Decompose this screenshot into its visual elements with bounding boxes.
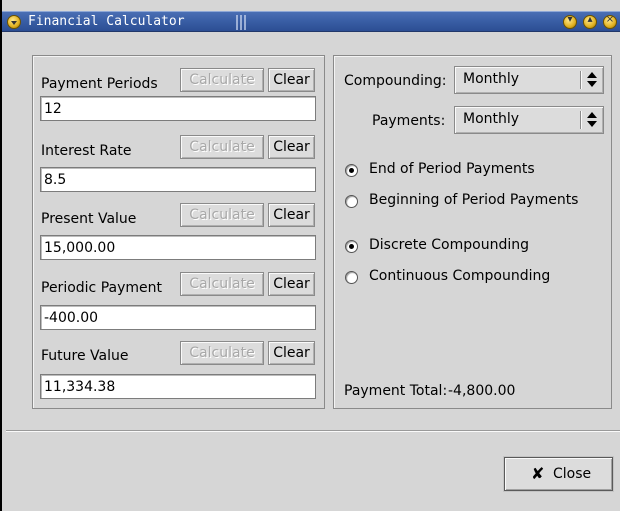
close-icon[interactable]: ×: [603, 14, 617, 29]
payment-periods-clear-button[interactable]: Clear: [268, 68, 315, 92]
payment-total-value: -4,800.00: [448, 383, 516, 399]
end-of-period-label[interactable]: End of Period Payments: [369, 161, 535, 177]
close-button[interactable]: ✘ Close: [504, 457, 613, 491]
present-value-calculate-button[interactable]: Calculate: [180, 203, 264, 227]
payment-periods-input[interactable]: 12: [40, 96, 316, 121]
future-value-calculate-button[interactable]: Calculate: [180, 341, 264, 365]
periodic-payment-input[interactable]: -400.00: [40, 305, 316, 330]
minimize-icon[interactable]: ▾: [563, 14, 577, 29]
updown-arrow-icon: [587, 112, 597, 128]
compounding-select[interactable]: Monthly: [454, 66, 604, 94]
beginning-of-period-radio[interactable]: [345, 195, 358, 208]
periodic-payment-label: Periodic Payment: [41, 280, 162, 296]
maximize-icon[interactable]: ▴: [583, 14, 597, 29]
continuous-compounding-radio[interactable]: [345, 271, 358, 284]
x-icon: ✘: [531, 464, 545, 483]
payment-periods-label: Payment Periods: [41, 76, 158, 92]
compounding-label: Compounding:: [344, 73, 447, 89]
future-value-label: Future Value: [41, 348, 129, 364]
title-bar[interactable]: Financial Calculator ▾ ▴ ×: [2, 11, 620, 32]
payments-label: Payments:: [372, 113, 446, 129]
combo-separator: [580, 111, 581, 129]
financial-calculator-window: Financial Calculator ▾ ▴ × Payment Perio…: [0, 0, 620, 511]
periodic-payment-clear-button[interactable]: Clear: [268, 272, 315, 296]
interest-rate-calculate-button[interactable]: Calculate: [180, 135, 264, 159]
continuous-compounding-label[interactable]: Continuous Compounding: [369, 268, 550, 284]
footer-separator: [6, 430, 620, 432]
options-panel: Compounding: Monthly Payments: Monthly E…: [333, 55, 612, 409]
title-grip-decoration: [236, 15, 246, 30]
discrete-compounding-label[interactable]: Discrete Compounding: [369, 237, 529, 253]
payment-total-label: Payment Total:: [344, 383, 448, 399]
payments-select-value: Monthly: [463, 111, 520, 127]
interest-rate-input[interactable]: 8.5: [40, 167, 316, 192]
payments-select[interactable]: Monthly: [454, 106, 604, 134]
present-value-input[interactable]: 15,000.00: [40, 235, 316, 260]
window-title: Financial Calculator: [28, 14, 185, 29]
present-value-label: Present Value: [41, 211, 137, 227]
compounding-select-value: Monthly: [463, 71, 520, 87]
periodic-payment-calculate-button[interactable]: Calculate: [180, 272, 264, 296]
close-button-label: Close: [553, 466, 592, 482]
present-value-clear-button[interactable]: Clear: [268, 203, 315, 227]
beginning-of-period-label[interactable]: Beginning of Period Payments: [369, 192, 578, 208]
interest-rate-clear-button[interactable]: Clear: [268, 135, 315, 159]
window-menu-icon[interactable]: [7, 15, 21, 29]
combo-separator: [580, 71, 581, 89]
discrete-compounding-radio[interactable]: [345, 240, 358, 253]
end-of-period-radio[interactable]: [345, 164, 358, 177]
updown-arrow-icon: [587, 72, 597, 88]
values-panel: Payment Periods Calculate Clear 12 Inter…: [32, 55, 325, 409]
payment-periods-calculate-button[interactable]: Calculate: [180, 68, 264, 92]
future-value-clear-button[interactable]: Clear: [268, 341, 315, 365]
interest-rate-label: Interest Rate: [41, 143, 132, 159]
future-value-input[interactable]: 11,334.38: [40, 374, 316, 399]
